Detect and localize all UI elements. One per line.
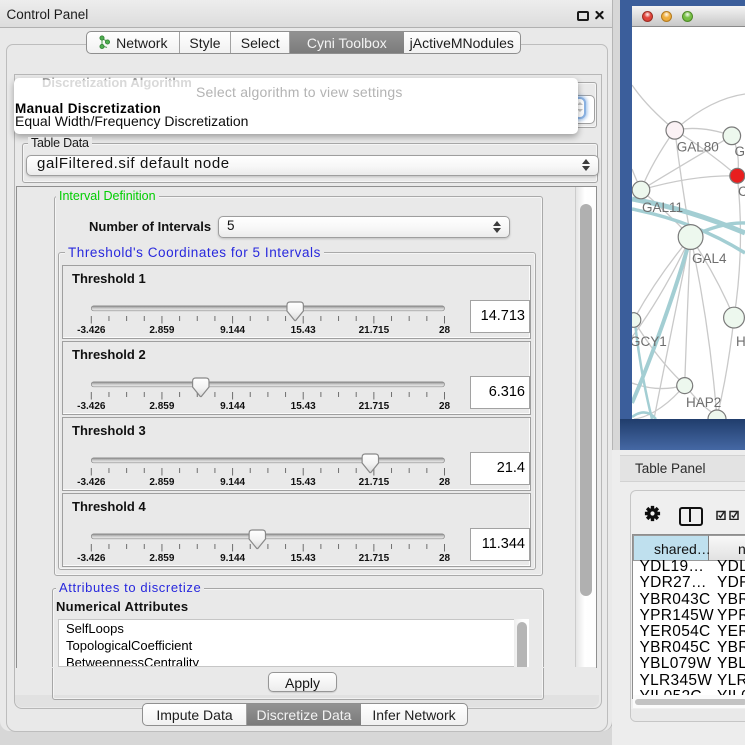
svg-text:21.715: 21.715 <box>359 553 390 564</box>
svg-text:15.43: 15.43 <box>291 477 316 488</box>
svg-text:9.144: 9.144 <box>220 401 245 412</box>
svg-text:GCY1: GCY1 <box>632 334 667 349</box>
svg-text:-3.426: -3.426 <box>77 401 106 412</box>
svg-text:9.144: 9.144 <box>220 553 245 564</box>
svg-text:GAL4: GAL4 <box>692 251 727 266</box>
svg-text:-3.426: -3.426 <box>77 477 106 488</box>
svg-text:2.859: 2.859 <box>149 401 174 412</box>
svg-text:Threshold 1: Threshold 1 <box>72 271 146 286</box>
svg-text:28: 28 <box>439 553 451 564</box>
svg-text:15.43: 15.43 <box>291 401 316 412</box>
svg-text:21.715: 21.715 <box>359 401 390 412</box>
svg-text:-3.426: -3.426 <box>77 325 106 336</box>
svg-text:GAL80: GAL80 <box>677 140 719 155</box>
svg-text:GAL11: GAL11 <box>642 200 683 215</box>
svg-text:GA: GA <box>735 144 745 159</box>
svg-text:Threshold 3: Threshold 3 <box>72 423 146 438</box>
svg-text:28: 28 <box>439 401 451 412</box>
svg-text:9.144: 9.144 <box>220 477 245 488</box>
svg-text:-3.426: -3.426 <box>77 553 106 564</box>
svg-text:21.715: 21.715 <box>359 325 390 336</box>
svg-text:2.859: 2.859 <box>149 325 174 336</box>
svg-text:2.859: 2.859 <box>149 477 174 488</box>
svg-text:C: C <box>738 184 745 199</box>
svg-text:Threshold 2: Threshold 2 <box>72 347 146 362</box>
svg-text:HAP2: HAP2 <box>686 395 721 410</box>
svg-text:9.144: 9.144 <box>220 325 245 336</box>
svg-text:28: 28 <box>439 477 451 488</box>
svg-text:15.43: 15.43 <box>291 553 316 564</box>
svg-text:21.715: 21.715 <box>359 477 390 488</box>
svg-text:15.43: 15.43 <box>291 325 316 336</box>
svg-text:2.859: 2.859 <box>149 553 174 564</box>
svg-text:Threshold 4: Threshold 4 <box>72 499 146 514</box>
svg-text:28: 28 <box>439 325 451 336</box>
svg-text:H: H <box>736 334 745 349</box>
